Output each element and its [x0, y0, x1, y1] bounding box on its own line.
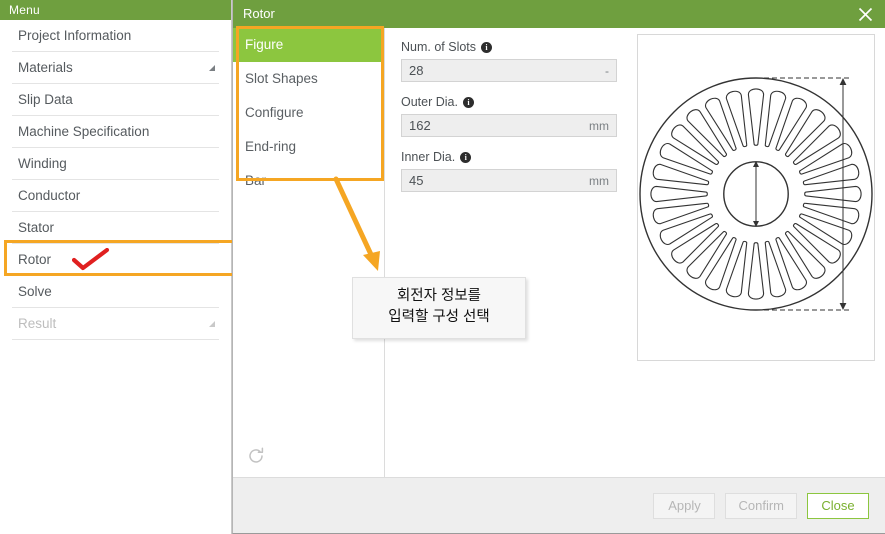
rotor-slot [725, 240, 748, 298]
info-icon[interactable]: i [460, 151, 472, 163]
menu-item-winding[interactable]: Winding [12, 148, 219, 180]
field-unit: mm [589, 118, 609, 133]
field-label: Num. of Slots i [401, 40, 617, 54]
rotor-slot [764, 240, 787, 298]
rotor-slot [804, 185, 862, 203]
rotor-slot [650, 185, 708, 203]
field-unit: - [605, 63, 609, 78]
refresh-icon[interactable] [247, 447, 265, 465]
rotor-slot [652, 163, 710, 186]
menu-titlebar: Menu [0, 0, 231, 20]
field-num-of-slots: Num. of Slots i 28 - [401, 40, 617, 82]
menu-item-label: Rotor [18, 252, 52, 267]
menu-item-label: Slip Data [18, 92, 73, 107]
close-label: Close [821, 497, 855, 513]
info-icon[interactable]: i [481, 41, 493, 53]
rotor-slot [802, 202, 860, 225]
menu-item-label: Machine Specification [18, 124, 150, 139]
dim-arrow-up [839, 78, 847, 85]
dim-arrow-down [839, 303, 847, 310]
rotor-slot [747, 88, 765, 146]
dialog-footer: Apply Confirm Close [233, 477, 885, 533]
annotation-callout: 회전자 정보를 입력할 구성 선택 [352, 277, 526, 340]
menu-item-solve[interactable]: Solve [12, 276, 219, 308]
tab-label: Figure [245, 37, 284, 52]
annotation-line-2: 입력할 구성 선택 [388, 309, 490, 326]
menu-item-rotor[interactable]: Rotor [12, 244, 219, 276]
tab-slot-shapes[interactable]: Slot Shapes [233, 62, 384, 96]
dialog-title: Rotor [243, 6, 275, 21]
field-value: 45 [409, 173, 424, 188]
menu-item-label: Materials [18, 60, 73, 75]
field-value: 162 [409, 118, 431, 133]
figure-column [633, 28, 885, 477]
field-label-text: Outer Dia. [401, 95, 458, 109]
field-label: Inner Dia. i [401, 150, 617, 164]
menu-item-label: Project Information [18, 28, 132, 43]
expand-triangle-icon [209, 321, 215, 327]
menu-panel: Menu Project Information Materials Slip … [0, 0, 232, 534]
field-inner-dia: Inner Dia. i 45 mm [401, 150, 617, 192]
menu-item-label: Result [18, 316, 57, 331]
apply-button: Apply [653, 492, 716, 519]
close-footer-button[interactable]: Close [807, 492, 869, 519]
num-of-slots-input[interactable]: 28 - [401, 59, 617, 82]
expand-triangle-icon [209, 65, 215, 71]
confirm-label: Confirm [738, 497, 784, 513]
close-button[interactable] [845, 0, 885, 28]
rotor-slot [802, 163, 860, 186]
figure-panel [637, 34, 875, 361]
rotor-slot [725, 90, 748, 148]
rotor-dialog: Rotor Figure Slot Shapes Configure End-r… [232, 0, 885, 534]
tab-end-ring[interactable]: End-ring [233, 130, 384, 164]
field-unit: mm [589, 173, 609, 188]
menu-item-materials[interactable]: Materials [12, 52, 219, 84]
tab-label: Bar [245, 173, 267, 188]
tab-figure[interactable]: Figure [233, 28, 384, 62]
tab-label: Configure [245, 105, 304, 120]
field-outer-dia: Outer Dia. i 162 mm [401, 95, 617, 137]
menu-item-conductor[interactable]: Conductor [12, 180, 219, 212]
dialog-body: Figure Slot Shapes Configure End-ring Ba… [233, 28, 885, 477]
close-icon [858, 7, 872, 21]
rotor-slot [652, 202, 710, 225]
field-label: Outer Dia. i [401, 95, 617, 109]
menu-item-project-information[interactable]: Project Information [12, 20, 219, 52]
menu-list: Project Information Materials Slip Data … [0, 20, 231, 340]
menu-item-machine-specification[interactable]: Machine Specification [12, 116, 219, 148]
tab-list: Figure Slot Shapes Configure End-ring Ba… [233, 28, 385, 477]
tab-bar[interactable]: Bar [233, 164, 384, 198]
menu-item-label: Solve [18, 284, 52, 299]
rotor-lamination-diagram [639, 77, 873, 311]
tab-configure[interactable]: Configure [233, 96, 384, 130]
menu-item-label: Stator [18, 220, 55, 235]
menu-item-label: Winding [18, 156, 67, 171]
rotor-slot [764, 90, 787, 148]
menu-title: Menu [9, 3, 40, 17]
field-label-text: Inner Dia. [401, 150, 456, 164]
app-screenshot: Menu Project Information Materials Slip … [0, 0, 885, 534]
confirm-button: Confirm [725, 492, 797, 519]
rotor-form: Num. of Slots i 28 - Outer Dia. i 162 mm… [385, 28, 633, 477]
field-label-text: Num. of Slots [401, 40, 477, 54]
tab-label: Slot Shapes [245, 71, 318, 86]
tab-label: End-ring [245, 139, 297, 154]
info-icon[interactable]: i [462, 96, 474, 108]
rotor-slot [747, 242, 765, 300]
menu-item-slip-data[interactable]: Slip Data [12, 84, 219, 116]
outer-dia-input[interactable]: 162 mm [401, 114, 617, 137]
annotation-line-1: 회전자 정보를 [396, 288, 482, 304]
inner-dia-input[interactable]: 45 mm [401, 169, 617, 192]
field-value: 28 [409, 63, 424, 78]
dialog-titlebar: Rotor [233, 0, 885, 28]
menu-item-label: Conductor [18, 188, 81, 203]
menu-item-result: Result [12, 308, 219, 340]
apply-label: Apply [668, 497, 701, 513]
menu-item-stator[interactable]: Stator [12, 212, 219, 244]
